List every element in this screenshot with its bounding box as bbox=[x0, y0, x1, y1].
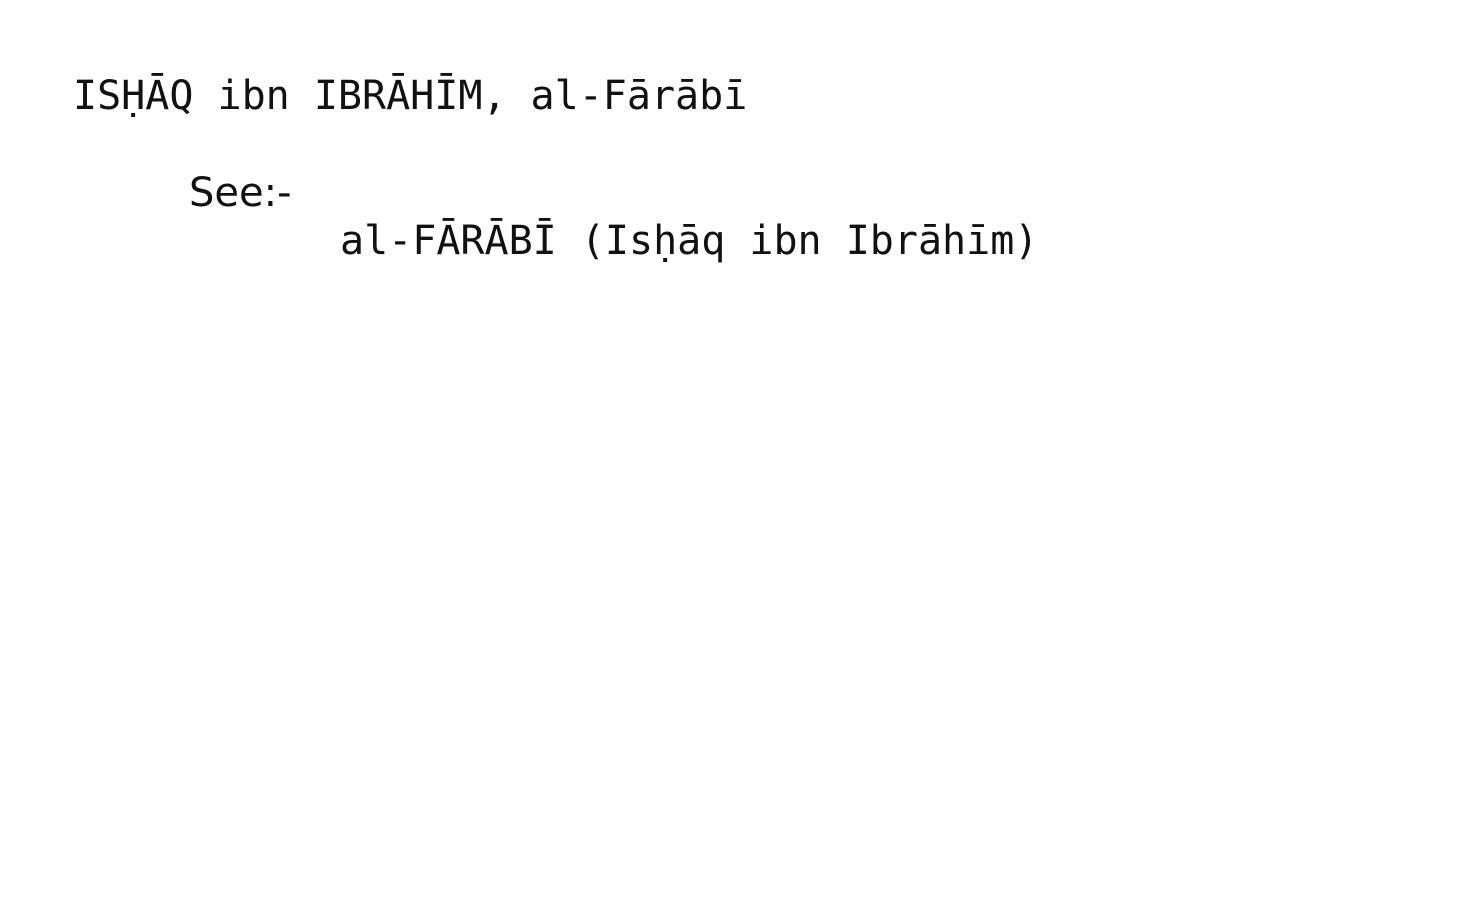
cross-reference-entry: al-FĀRĀBĪ (Isḥāq ibn Ibrāhīm) bbox=[340, 218, 1039, 264]
catalog-card: ISḤĀQ ibn IBRĀHĪM, al-Fārābī See:- al-FĀ… bbox=[0, 0, 1457, 907]
card-heading: ISḤĀQ ibn IBRĀHĪM, al-Fārābī bbox=[73, 73, 748, 119]
see-label: See:- bbox=[189, 170, 292, 216]
